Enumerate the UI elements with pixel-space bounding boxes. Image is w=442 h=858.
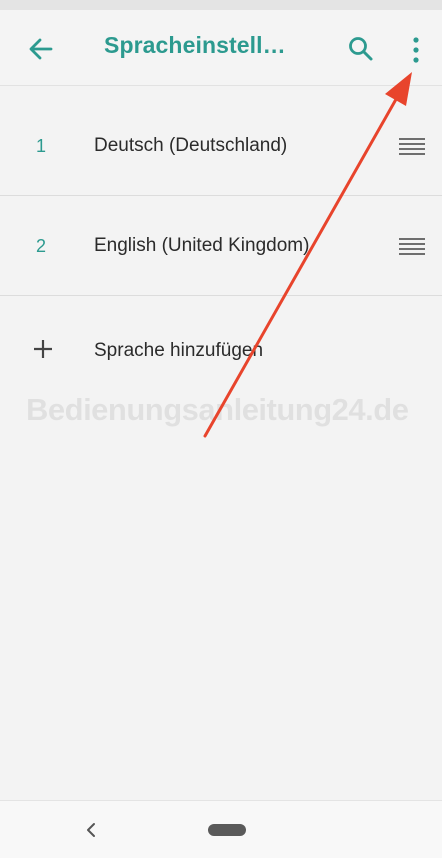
add-language-row[interactable]: Sprache hinzufügen — [0, 316, 442, 384]
back-button[interactable] — [26, 34, 56, 64]
more-vertical-icon — [413, 37, 419, 63]
language-list: 1 Deutsch (Deutschland) 2 English (Unite… — [0, 96, 442, 296]
search-button[interactable] — [346, 34, 376, 64]
nav-back-button[interactable] — [84, 821, 98, 839]
drag-handle-icon[interactable] — [399, 138, 425, 156]
language-name: English (United Kingdom) — [94, 235, 310, 256]
drag-handle-icon[interactable] — [399, 238, 425, 256]
language-index: 2 — [36, 236, 47, 256]
watermark: Bedienungsanleitung24.de — [26, 392, 409, 427]
language-row-de[interactable]: 1 Deutsch (Deutschland) — [0, 96, 442, 196]
app-bar: Spracheinstell… — [0, 10, 442, 86]
nav-back-icon — [87, 823, 95, 837]
language-index: 1 — [36, 136, 47, 156]
language-row-en[interactable]: 2 English (United Kingdom) — [0, 196, 442, 296]
page-title: Spracheinstell… — [104, 32, 286, 58]
more-options-button[interactable] — [406, 34, 426, 66]
nav-home-pill-icon[interactable] — [208, 824, 246, 836]
language-name: Deutsch (Deutschland) — [94, 135, 288, 156]
add-language-label: Sprache hinzufügen — [94, 340, 264, 361]
plus-icon — [34, 340, 52, 358]
status-bar — [0, 0, 442, 10]
arrow-left-icon — [29, 38, 53, 60]
search-icon — [349, 37, 373, 61]
system-nav-bar — [0, 800, 442, 858]
